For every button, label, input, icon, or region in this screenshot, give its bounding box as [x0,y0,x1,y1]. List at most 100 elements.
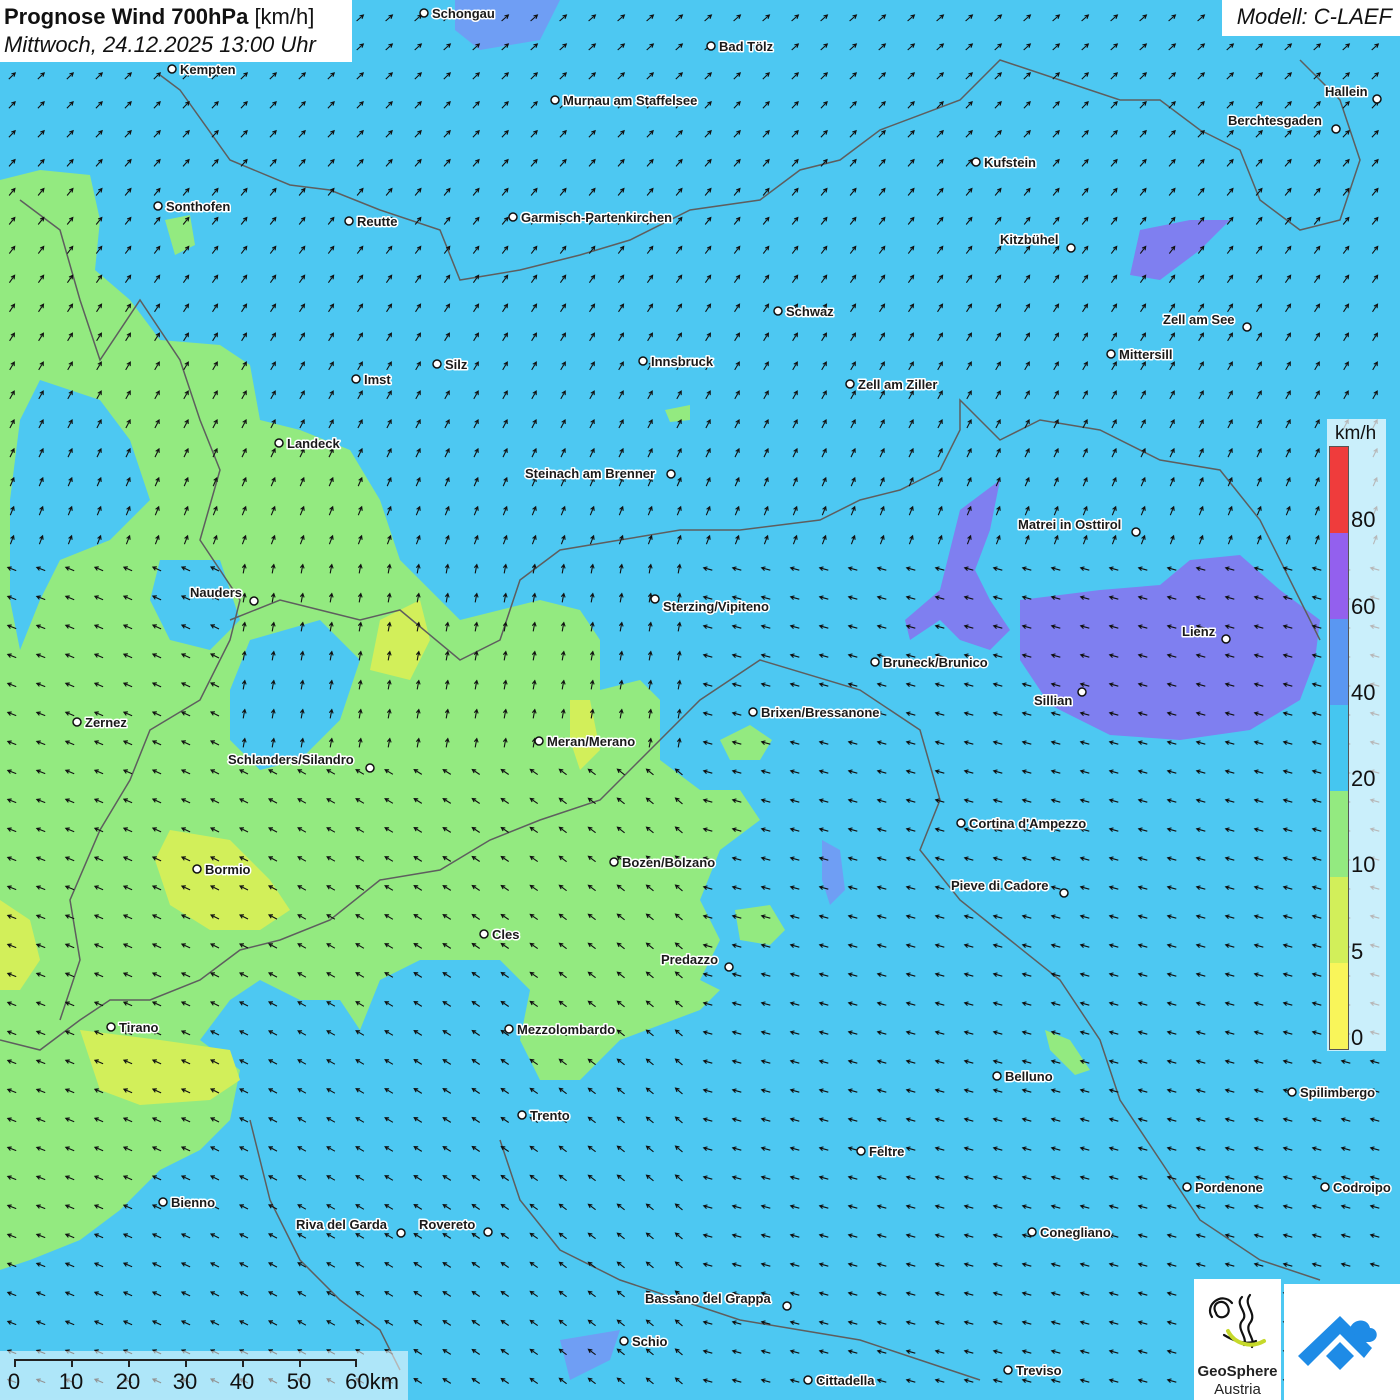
svg-text:Cittadella: Cittadella [816,1373,875,1388]
legend-seg-60-80 [1330,533,1348,619]
model-label: Modell: C-LAEF [1222,0,1400,36]
city-conegliano: Conegliano [1027,1224,1112,1242]
svg-text:Sonthofen: Sonthofen [166,199,230,214]
svg-text:Feltre: Feltre [869,1144,904,1159]
wind-forecast-map: Schongau Bad Tölz Kempten Murnau am Staf… [0,0,1400,1400]
geosphere-logo-line1: GeoSphere [1197,1363,1278,1380]
scale-tick-20 [128,1359,130,1367]
svg-text:Zernez: Zernez [85,715,127,730]
scale-tick-40 [242,1359,244,1367]
map-title-text: Prognose Wind 700hPa [4,4,249,29]
weather-app-logo[interactable] [1284,1284,1400,1400]
svg-text:Belluno: Belluno [1005,1069,1053,1084]
legend-colorbar [1329,446,1349,1050]
svg-text:Hallein: Hallein [1325,84,1368,99]
scale-label-0: 0 [7,1369,21,1394]
forecast-datetime: Mittwoch, 24.12.2025 13:00 Uhr [4,32,316,57]
scale-label-50: 50 [286,1369,312,1394]
geosphere-logo[interactable]: GeoSphere Austria [1194,1279,1281,1400]
svg-text:Lienz: Lienz [1182,624,1216,639]
svg-text:Riva del Garda: Riva del Garda [296,1217,388,1232]
svg-text:Bienno: Bienno [171,1195,215,1210]
svg-text:Bassano del Grappa: Bassano del Grappa [645,1291,771,1306]
city-bozen: Bozen/Bolzano [609,854,717,872]
scale-label-30: 30 [172,1369,198,1394]
scale-tick-60 [355,1359,357,1367]
city-innsbruck: Innsbruck [638,353,715,371]
map-title-unit: [km/h] [254,4,315,29]
city-garmisch: Garmisch-Partenkirchen [508,209,674,227]
legend-label-20: 20 [1351,766,1376,791]
scale-bar: 0 10 20 30 40 50 60km [0,1351,408,1400]
legend-seg-10-20 [1330,791,1348,877]
city-bruneck: Bruneck/Brunico [870,654,989,672]
svg-text:Landeck: Landeck [287,436,341,451]
svg-text:Bad Tölz: Bad Tölz [719,39,774,54]
svg-text:Pieve di Cadore: Pieve di Cadore [951,878,1049,893]
svg-text:Conegliano: Conegliano [1040,1225,1111,1240]
legend-seg-0-5 [1330,963,1348,1049]
city-spilimbergo: Spilimbergo [1287,1084,1377,1102]
city-cortina: Cortina d'Ampezzo [956,815,1088,833]
scale-tick-10 [71,1359,73,1367]
svg-text:Predazzo: Predazzo [661,952,718,967]
svg-text:Cles: Cles [492,927,519,942]
scale-label-20: 20 [115,1369,141,1394]
svg-text:Codroipo: Codroipo [1333,1180,1391,1195]
legend-label-0: 0 [1351,1025,1364,1050]
svg-text:Imst: Imst [364,372,391,387]
map-title: Prognose Wind 700hPa [km/h] [4,3,348,31]
legend-label-10: 10 [1351,852,1376,877]
svg-text:Bruneck/Brunico: Bruneck/Brunico [883,655,988,670]
svg-text:Bormio: Bormio [205,862,251,877]
svg-text:Garmisch-Partenkirchen: Garmisch-Partenkirchen [521,210,672,225]
svg-text:Trento: Trento [530,1108,570,1123]
map-title-box: Prognose Wind 700hPa [km/h] Mittwoch, 24… [0,0,352,62]
svg-text:Silz: Silz [445,357,468,372]
svg-text:Kitzbühel: Kitzbühel [1000,232,1059,247]
city-mezzolombardo: Mezzolombardo [504,1021,617,1039]
svg-text:Brixen/Bressanone: Brixen/Bressanone [761,705,880,720]
svg-text:Kufstein: Kufstein [984,155,1036,170]
city-sonthofen: Sonthofen [153,198,232,216]
scale-label-40: 40 [229,1369,255,1394]
legend-label-5: 5 [1351,939,1364,964]
scale-label-60km: 60km [345,1369,399,1394]
svg-text:Zell am Ziller: Zell am Ziller [858,377,937,392]
svg-text:Rovereto: Rovereto [419,1217,475,1232]
city-brixen: Brixen/Bressanone [748,704,881,722]
svg-text:Bozen/Bolzano: Bozen/Bolzano [622,855,715,870]
svg-text:Kempten: Kempten [180,62,236,77]
legend-seg-40-60 [1330,619,1348,705]
svg-text:Innsbruck: Innsbruck [651,354,714,369]
svg-text:Mittersill: Mittersill [1119,347,1172,362]
legend-unit: km/h [1335,423,1377,444]
svg-text:Mezzolombardo: Mezzolombardo [517,1022,615,1037]
svg-text:Steinach am Brenner: Steinach am Brenner [525,466,655,481]
map-canvas: Schongau Bad Tölz Kempten Murnau am Staf… [0,0,1400,1400]
city-pordenone: Pordenone [1182,1179,1264,1197]
svg-text:Sillian: Sillian [1034,693,1072,708]
geosphere-logo-icon [1209,1293,1266,1349]
svg-text:Treviso: Treviso [1016,1363,1062,1378]
city-zell-am-ziller: Zell am Ziller [845,376,939,394]
svg-text:Schongau: Schongau [432,6,495,21]
svg-text:Pordenone: Pordenone [1195,1180,1263,1195]
city-schongau: Schongau [419,5,496,23]
geosphere-logo-line2: Austria [1214,1381,1261,1398]
legend-seg-20-40 [1330,705,1348,791]
svg-text:Murnau am Staffelsee: Murnau am Staffelsee [563,93,697,108]
svg-text:Matrei in Osttirol: Matrei in Osttirol [1018,517,1121,532]
legend-label-40: 40 [1351,680,1376,705]
svg-text:Cortina d'Ampezzo: Cortina d'Ampezzo [969,816,1086,831]
city-murnau: Murnau am Staffelsee [550,92,699,110]
svg-text:Sterzing/Vipiteno: Sterzing/Vipiteno [663,599,769,614]
svg-text:Schlanders/Silandro: Schlanders/Silandro [228,752,354,767]
svg-text:Spilimbergo: Spilimbergo [1300,1085,1375,1100]
svg-text:Tirano: Tirano [119,1020,159,1035]
scale-tick-50 [299,1359,301,1367]
legend-label-60: 60 [1351,594,1376,619]
svg-text:Meran/Merano: Meran/Merano [547,734,635,749]
city-meran: Meran/Merano [534,733,637,751]
svg-text:Nauders: Nauders [190,585,242,600]
